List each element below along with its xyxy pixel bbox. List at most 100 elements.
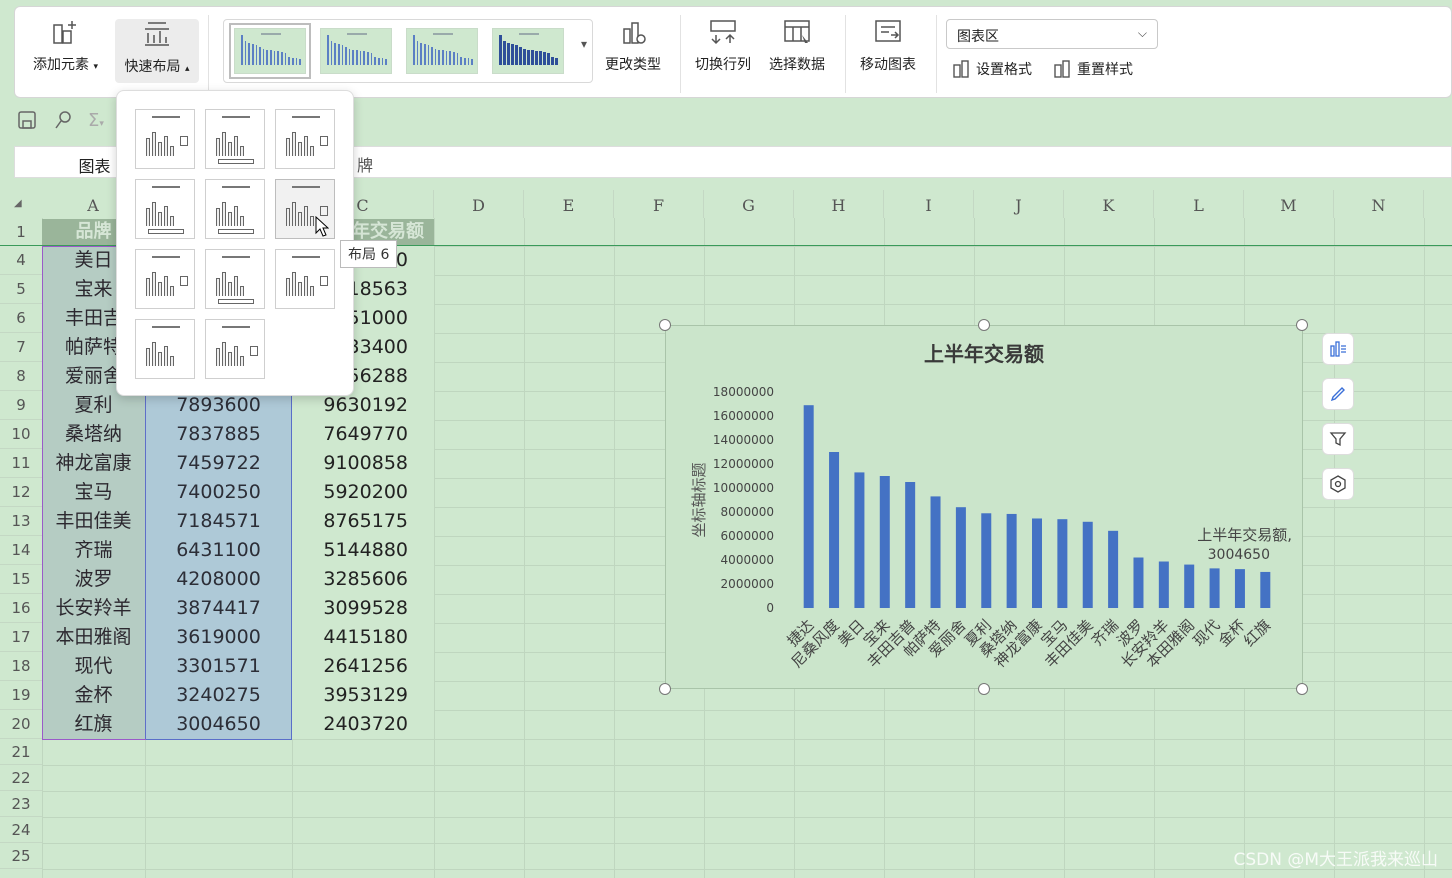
row-header[interactable]: 10 xyxy=(0,420,42,449)
row-header[interactable]: 11 xyxy=(0,449,42,478)
layout-option-7[interactable] xyxy=(135,249,195,309)
chart-style-thumb[interactable] xyxy=(406,28,478,74)
layout-option-3[interactable] xyxy=(275,109,335,169)
column-header[interactable]: F xyxy=(614,190,704,218)
switch-row-col-icon xyxy=(710,20,736,45)
layout-option-9[interactable] xyxy=(275,249,335,309)
chevron-down-icon: ⌵ xyxy=(1137,26,1147,40)
table-cell[interactable]: 2403720 xyxy=(292,710,434,739)
column-header[interactable]: M xyxy=(1244,190,1334,218)
sum-icon[interactable]: Σ▾ xyxy=(88,110,104,131)
chart-elements-button[interactable] xyxy=(1322,333,1354,365)
row-header[interactable]: 20 xyxy=(0,710,42,739)
row-header[interactable]: 22 xyxy=(0,765,42,791)
row-header[interactable]: 7 xyxy=(0,333,42,362)
resize-handle[interactable] xyxy=(1296,683,1308,695)
divider xyxy=(680,15,681,93)
gallery-more-icon[interactable]: ▾ xyxy=(581,37,587,51)
row-header[interactable]: 12 xyxy=(0,478,42,507)
save-icon[interactable] xyxy=(16,109,38,131)
grid-line xyxy=(42,843,1452,844)
column-header[interactable]: L xyxy=(1154,190,1244,218)
add-element-button[interactable]: 添加元素 ▾ xyxy=(33,7,98,74)
switch-row-col-label: 切换行列 xyxy=(695,57,751,73)
resize-handle[interactable] xyxy=(978,683,990,695)
row-header[interactable]: 21 xyxy=(0,739,42,765)
column-header[interactable]: G xyxy=(704,190,794,218)
column-header[interactable]: D xyxy=(434,190,524,218)
chart-object[interactable]: 上半年交易额 坐标轴标题 0 2000000 4000000 6000000 8000000… xyxy=(665,325,1303,689)
chart-filter-button[interactable] xyxy=(1322,423,1354,455)
chart-style-button[interactable] xyxy=(1322,378,1354,410)
layout-option-5[interactable] xyxy=(205,179,265,239)
table-cell[interactable]: 3285606 xyxy=(292,565,434,594)
select-data-button[interactable]: 选择数据 xyxy=(769,7,825,74)
row-header[interactable]: 8 xyxy=(0,362,42,391)
reset-style-button[interactable]: 重置样式 xyxy=(1053,59,1133,79)
select-all-corner[interactable]: ◢ xyxy=(14,198,22,209)
table-cell[interactable]: 5920200 xyxy=(292,478,434,507)
row-header[interactable]: 25 xyxy=(0,843,42,869)
row-header[interactable]: 24 xyxy=(0,817,42,843)
column-header[interactable]: N xyxy=(1334,190,1424,218)
chart-svg: 上半年交易额坐标轴标题 0 2000000 4000000 6000000 8000000… xyxy=(690,342,1292,671)
row-header[interactable]: 23 xyxy=(0,791,42,817)
chart-style-gallery[interactable] xyxy=(223,19,593,83)
switch-row-col-button[interactable]: 切换行列 xyxy=(695,7,751,74)
row-header[interactable]: 6 xyxy=(0,304,42,333)
quick-layout-icon xyxy=(145,22,169,46)
column-header[interactable]: H xyxy=(794,190,884,218)
layout-option-11[interactable] xyxy=(205,319,265,379)
y-tick-label: 14000000 xyxy=(713,433,774,447)
layout-option-8[interactable] xyxy=(205,249,265,309)
row-header[interactable]: 18 xyxy=(0,652,42,681)
row-header[interactable]: 16 xyxy=(0,594,42,623)
divider xyxy=(845,15,846,93)
table-cell[interactable]: 3099528 xyxy=(292,594,434,623)
select-data-label: 选择数据 xyxy=(769,57,825,73)
layout-option-2[interactable] xyxy=(205,109,265,169)
y-axis-title: 坐标轴标题 xyxy=(690,462,708,537)
column-header[interactable]: E xyxy=(524,190,614,218)
y-tick-label: 8000000 xyxy=(721,505,774,519)
set-format-button[interactable]: 设置格式 xyxy=(952,59,1032,79)
row-header[interactable]: 19 xyxy=(0,681,42,710)
table-cell[interactable]: 2641256 xyxy=(292,652,434,681)
resize-handle[interactable] xyxy=(659,319,671,331)
layout-option-4[interactable] xyxy=(135,179,195,239)
layout-option-10[interactable] xyxy=(135,319,195,379)
chart-style-thumb[interactable] xyxy=(492,28,564,74)
table-cell[interactable]: 8765175 xyxy=(292,507,434,536)
resize-handle[interactable] xyxy=(1296,319,1308,331)
table-cell[interactable]: 3953129 xyxy=(292,681,434,710)
change-type-button[interactable]: 更改类型 xyxy=(605,7,661,74)
move-chart-button[interactable]: 移动图表 xyxy=(860,7,916,74)
chart-style-thumb[interactable] xyxy=(320,28,392,74)
table-cell[interactable]: 4415180 xyxy=(292,623,434,652)
column-header[interactable]: J xyxy=(974,190,1064,218)
bar xyxy=(981,513,992,608)
row-header[interactable]: 17 xyxy=(0,623,42,652)
chart-style-thumb[interactable] xyxy=(229,23,311,79)
table-cell[interactable]: 5144880 xyxy=(292,536,434,565)
chart-settings-button[interactable] xyxy=(1322,468,1354,500)
resize-handle[interactable] xyxy=(978,319,990,331)
layout-option-1[interactable] xyxy=(135,109,195,169)
bar xyxy=(803,405,814,608)
row-header[interactable]: 5 xyxy=(0,275,42,304)
row-header[interactable]: 14 xyxy=(0,536,42,565)
table-cell[interactable]: 7649770 xyxy=(292,420,434,449)
quick-layout-button[interactable]: 快速布局 ▴ xyxy=(115,19,199,83)
chart-element-selector[interactable]: 图表区 ⌵ xyxy=(946,19,1158,49)
row-header[interactable]: 13 xyxy=(0,507,42,536)
table-cell[interactable]: 9100858 xyxy=(292,449,434,478)
paint-icon[interactable] xyxy=(52,109,74,131)
resize-handle[interactable] xyxy=(659,683,671,695)
row-header[interactable]: 4 xyxy=(0,246,42,275)
column-header[interactable]: K xyxy=(1064,190,1154,218)
row-header[interactable]: 15 xyxy=(0,565,42,594)
row-header[interactable]: 1 xyxy=(0,218,42,246)
formula-bar[interactable]: 牌 xyxy=(174,146,1452,178)
row-header[interactable]: 9 xyxy=(0,391,42,420)
column-header[interactable]: I xyxy=(884,190,974,218)
